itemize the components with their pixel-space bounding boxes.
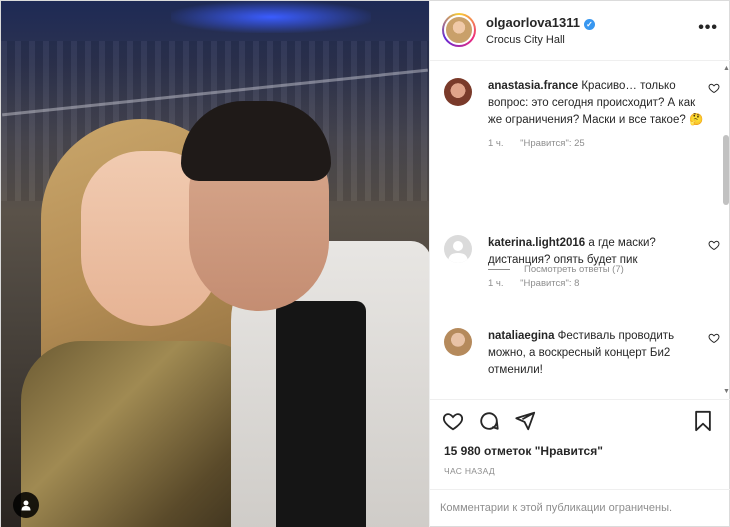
comment-icon[interactable] bbox=[478, 410, 500, 432]
like-heart-icon[interactable] bbox=[442, 410, 464, 432]
comment-item: nataliaegina Фестиваль проводить можно, … bbox=[444, 328, 720, 379]
scroll-down-arrow-icon[interactable]: ▼ bbox=[723, 388, 730, 395]
comment-username[interactable]: anastasia.france bbox=[488, 80, 578, 92]
scrollbar-thumb[interactable] bbox=[723, 135, 729, 205]
comment-meta: 1 ч. "Нравится": 8 bbox=[488, 278, 706, 289]
comment-meta: 1 ч. "Нравится": 25 bbox=[488, 138, 706, 149]
more-icon[interactable]: ••• bbox=[698, 19, 718, 37]
stage-light bbox=[171, 1, 371, 33]
post-timestamp[interactable]: час назад bbox=[444, 466, 495, 476]
comments-scrollbar[interactable]: ▲ ▼ bbox=[723, 65, 730, 395]
bookmark-icon[interactable] bbox=[692, 410, 714, 432]
post-location[interactable]: Crocus City Hall bbox=[486, 34, 565, 46]
comment-item: anastasia.france Красиво… только вопрос:… bbox=[444, 78, 720, 149]
comment-item: katerina.light2016 а где маски? дистанци… bbox=[444, 235, 720, 289]
verified-icon: ✓ bbox=[583, 19, 595, 30]
author-avatar[interactable] bbox=[442, 13, 476, 47]
comment-likes[interactable]: "Нравится": 8 bbox=[520, 278, 579, 289]
author-username[interactable]: olgaorlova1311 ✓ bbox=[486, 15, 595, 30]
post-header: olgaorlova1311 ✓ Crocus City Hall ••• bbox=[430, 1, 730, 61]
scroll-up-arrow-icon[interactable]: ▲ bbox=[723, 65, 730, 72]
comment-avatar[interactable] bbox=[444, 78, 472, 106]
post-photo[interactable] bbox=[1, 1, 429, 527]
user-tag-icon[interactable] bbox=[13, 492, 39, 518]
post-side-panel: olgaorlova1311 ✓ Crocus City Hall ••• ana… bbox=[429, 1, 730, 527]
comment-body: nataliaegina Фестиваль проводить можно, … bbox=[488, 328, 706, 379]
comment-likes[interactable]: "Нравится": 25 bbox=[520, 138, 585, 149]
comments-disabled-notice: Комментарии к этой публикации ограничены… bbox=[430, 489, 730, 527]
comments-list: anastasia.france Красиво… только вопрос:… bbox=[430, 62, 730, 398]
comment-time[interactable]: 1 ч. bbox=[488, 138, 504, 149]
likes-count[interactable]: 15 980 отметок "Нравится" bbox=[444, 444, 603, 458]
author-username-text[interactable]: olgaorlova1311 bbox=[486, 15, 580, 30]
comment-body: anastasia.france Красиво… только вопрос:… bbox=[488, 78, 706, 129]
heart-icon[interactable] bbox=[708, 332, 720, 344]
comment-time[interactable]: 1 ч. bbox=[488, 278, 504, 289]
share-icon[interactable] bbox=[514, 410, 536, 432]
comment-body: katerina.light2016 а где маски? дистанци… bbox=[488, 235, 706, 269]
comment-username[interactable]: nataliaegina bbox=[488, 330, 554, 342]
comment-avatar[interactable] bbox=[444, 328, 472, 356]
comment-avatar[interactable] bbox=[444, 235, 472, 263]
comment-username[interactable]: katerina.light2016 bbox=[488, 237, 585, 249]
man-shirt bbox=[276, 301, 366, 527]
heart-icon[interactable] bbox=[708, 82, 720, 94]
action-bar bbox=[430, 399, 730, 443]
post-dialog: olgaorlova1311 ✓ Crocus City Hall ••• ana… bbox=[0, 0, 730, 527]
heart-icon[interactable] bbox=[708, 239, 720, 251]
